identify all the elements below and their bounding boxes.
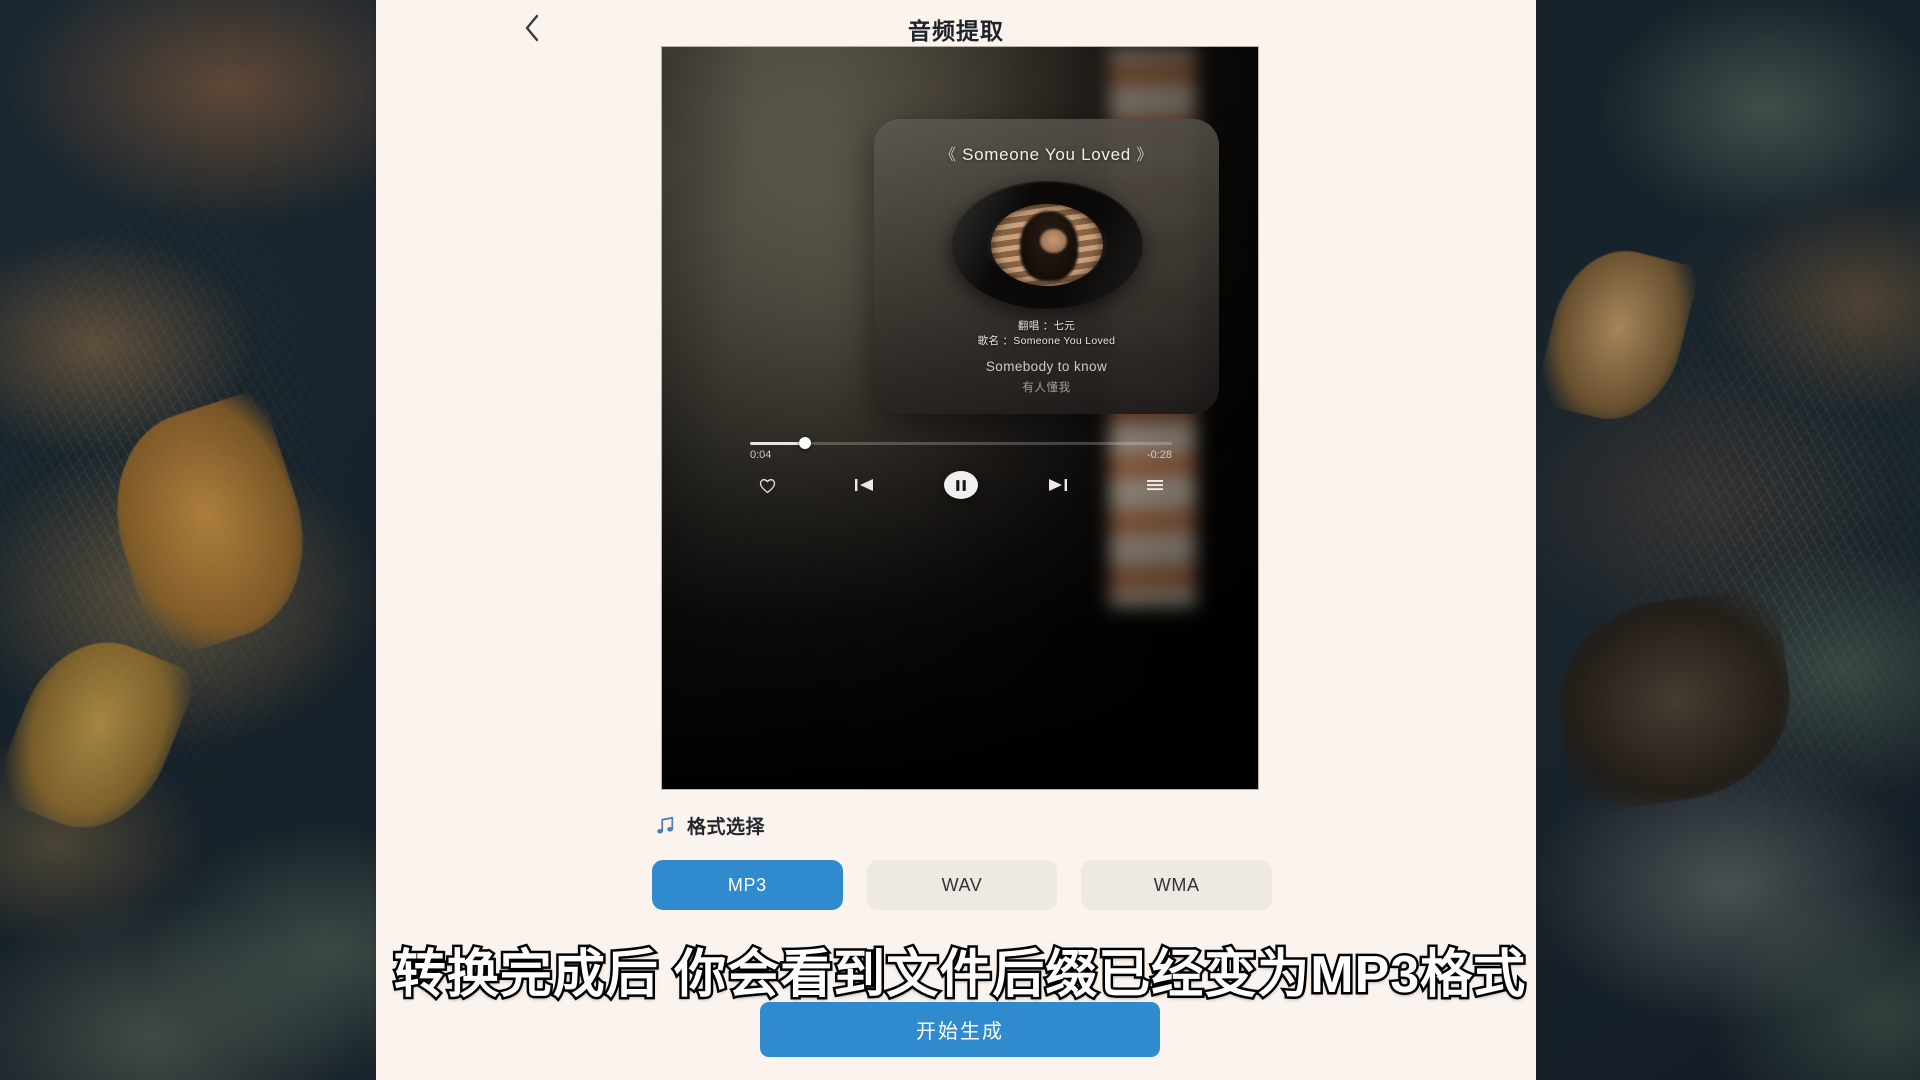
playlist-menu-icon: [1147, 480, 1163, 491]
start-generate-button[interactable]: 开始生成: [760, 1002, 1160, 1057]
video-preview[interactable]: 《 Someone You Loved 》 翻唱 ：七元 歌名 ：Someone…: [661, 46, 1259, 790]
playlist-button[interactable]: [1138, 468, 1172, 502]
format-section-header: 格式选择: [654, 812, 765, 839]
lyric-line-chinese: 有人懂我: [1022, 382, 1071, 394]
time-remaining: -0:28: [1146, 449, 1172, 461]
song-title-text: Someone You Loved: [962, 145, 1131, 164]
next-track-button[interactable]: [1041, 468, 1075, 502]
playback-progress[interactable]: 0:04 -0:28: [750, 435, 1172, 461]
format-option-wma[interactable]: WMA: [1081, 860, 1273, 910]
album-art-face: [1039, 228, 1067, 254]
pause-icon: [956, 479, 966, 491]
vinyl-disc: [950, 181, 1143, 309]
play-pause-button[interactable]: [944, 471, 978, 499]
progress-fill: [750, 442, 805, 445]
metadata-song-name: 歌名 ：Someone You Loved: [977, 335, 1116, 347]
progress-thumb[interactable]: [798, 437, 811, 449]
format-section-label: 格式选择: [687, 817, 766, 838]
title-bracket-left: 《: [939, 147, 957, 164]
title-bracket-right: 》: [1136, 147, 1154, 164]
page-title: 音频提取: [908, 18, 1004, 44]
previous-track-button[interactable]: [847, 468, 881, 502]
time-elapsed: 0:04: [750, 449, 772, 461]
lyric-line-english: Somebody to know: [985, 359, 1108, 374]
previous-track-icon: [855, 479, 873, 491]
next-track-icon: [1049, 479, 1067, 491]
album-art-image: [990, 204, 1103, 286]
song-title: 《 Someone You Loved 》: [874, 141, 1219, 165]
playback-controls: [750, 465, 1172, 505]
music-note-icon: [657, 816, 674, 834]
heart-icon: [759, 478, 775, 493]
format-option-mp3[interactable]: MP3: [652, 860, 843, 910]
format-option-wav[interactable]: WAV: [866, 860, 1058, 910]
progress-track[interactable]: [750, 442, 1172, 445]
metadata-cover-artist: 翻唱 ：七元: [1017, 320, 1076, 332]
format-options: MP3 WAV WMA: [652, 860, 1273, 910]
music-player-card: 《 Someone You Loved 》 翻唱 ：七元 歌名 ：Someone…: [874, 119, 1219, 414]
app-panel: 音频提取 《 Someone You Loved 》 翻唱 ：七元 歌名 ：So…: [376, 0, 1536, 1080]
song-metadata: 翻唱 ：七元 歌名 ：Someone You Loved: [874, 319, 1219, 349]
favorite-button[interactable]: [750, 468, 784, 502]
